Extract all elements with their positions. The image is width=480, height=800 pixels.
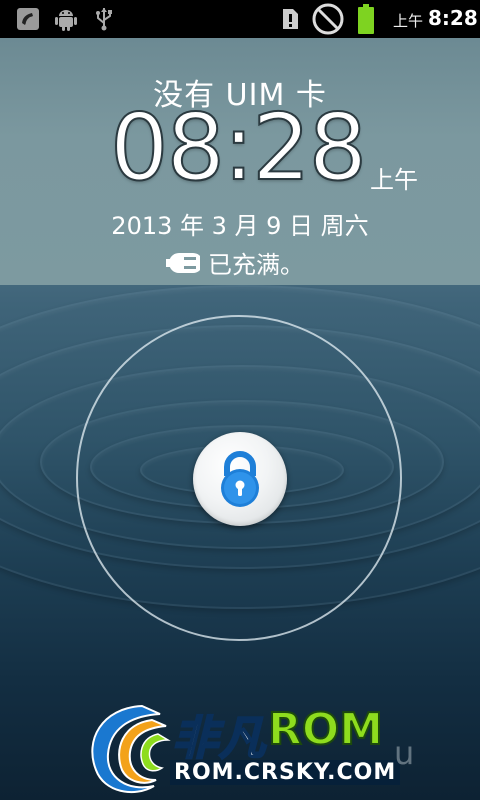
watermark-brand-en: ROM: [267, 703, 384, 756]
battery-full-icon: [357, 3, 375, 35]
unlock-handle[interactable]: [193, 432, 287, 526]
android-debug-icon: [54, 6, 78, 32]
status-ampm: 上午: [393, 12, 424, 30]
missed-call-icon: [14, 6, 42, 32]
crsky-swirl-logo-icon: [91, 704, 171, 794]
alert-icon: [280, 6, 300, 32]
watermark-brand-cn: 非凡: [171, 710, 266, 766]
clock-ampm: 上午: [370, 166, 418, 194]
charging-plug-icon: [166, 252, 200, 273]
status-bar: 上午 8:28: [0, 0, 480, 38]
charging-text: 已充满。: [208, 251, 304, 279]
watermark-tail: u: [394, 734, 415, 772]
usb-icon: [93, 6, 115, 32]
status-time: 8:28: [428, 6, 478, 30]
lock-screen: 上午 8:28 没有 UIM 卡 08:28 上午 2013 年 3 月 9 日…: [0, 0, 480, 800]
lock-info-panel: 没有 UIM 卡 08:28 上午 2013 年 3 月 9 日 周六 已充满。: [0, 38, 480, 285]
date-text: 2013 年 3 月 9 日 周六: [111, 212, 369, 240]
padlock-icon: [221, 451, 259, 507]
clock-time: 08:28: [109, 94, 368, 201]
watermark-url: ROM.CRSKY.COM: [170, 760, 401, 785]
charging-status: 已充满。: [166, 245, 304, 280]
watermark-logo: 非凡 ROM ROM.CRSKY.COM u: [82, 700, 442, 800]
no-signal-icon: [310, 2, 346, 36]
